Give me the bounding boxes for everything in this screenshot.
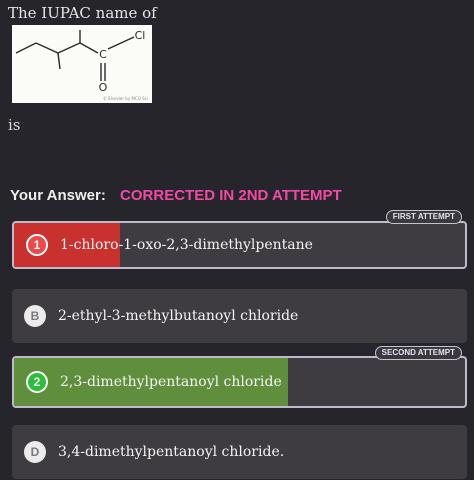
- option-b-marker: B: [24, 305, 46, 327]
- answer-status: CORRECTED IN 2ND ATTEMPT: [120, 187, 342, 204]
- image-credit: © Elsevier by MCQ Sci: [103, 96, 148, 101]
- answer-summary: Your Answer: CORRECTED IN 2ND ATTEMPT: [10, 187, 342, 204]
- question-prefix: The IUPAC name of: [8, 4, 157, 22]
- option-2-marker: 2: [26, 371, 48, 393]
- atom-carbon: C: [99, 48, 107, 61]
- second-attempt-tag: SECOND ATTEMPT: [374, 346, 462, 360]
- option-b-text: 2-ethyl-3-methylbutanoyl chloride: [58, 308, 299, 324]
- option-2[interactable]: 2 2,3-dimethylpentanoyl chloride: [12, 356, 467, 408]
- question-suffix: is: [8, 116, 21, 134]
- structure-drawing: C Cl O © Elsevier by MCQ Sci: [15, 29, 148, 101]
- option-1-marker: 1: [26, 234, 48, 256]
- option-b[interactable]: B 2-ethyl-3-methylbutanoyl chloride: [12, 289, 467, 343]
- option-1-text: 1-chloro-1-oxo-2,3-dimethylpentane: [60, 237, 313, 253]
- answer-label: Your Answer:: [10, 187, 106, 204]
- chemical-structure-image: C Cl O © Elsevier by MCQ Sci: [12, 25, 152, 103]
- first-attempt-tag: FIRST ATTEMPT: [385, 210, 462, 224]
- option-d-text: 3,4-dimethylpentanoyl chloride.: [58, 444, 285, 460]
- atom-oxygen: O: [99, 81, 108, 94]
- atom-chlorine: Cl: [135, 29, 146, 42]
- option-2-text: 2,3-dimethylpentanoyl chloride: [60, 374, 282, 390]
- option-d[interactable]: D 3,4-dimethylpentanoyl chloride.: [12, 425, 467, 479]
- option-d-marker: D: [24, 441, 46, 463]
- option-1[interactable]: 1 1-chloro-1-oxo-2,3-dimethylpentane: [12, 221, 467, 269]
